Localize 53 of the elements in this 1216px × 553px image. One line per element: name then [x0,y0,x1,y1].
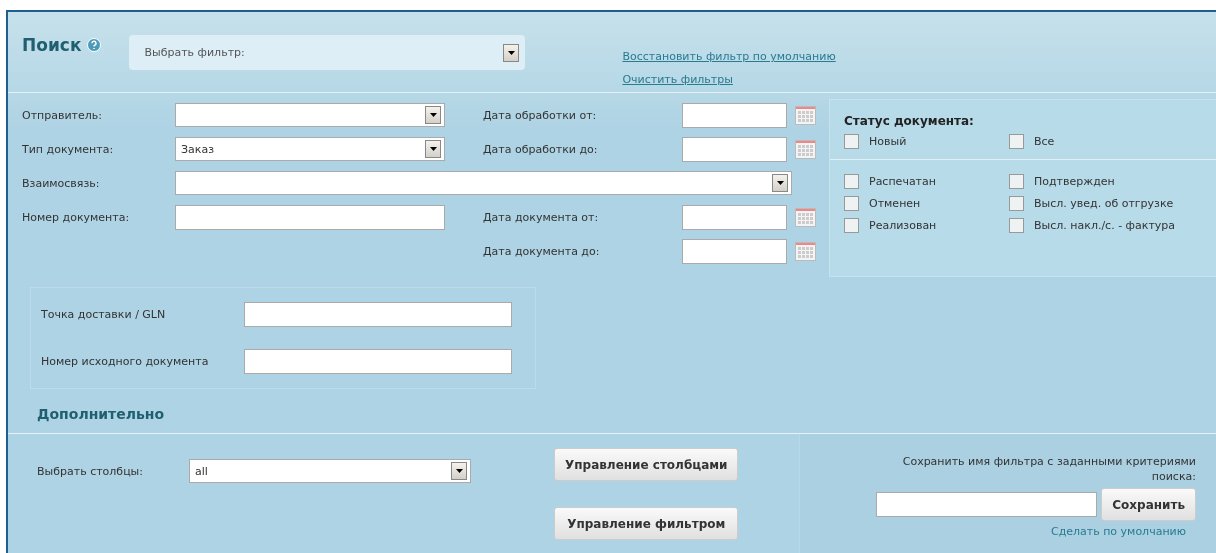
checkbox[interactable] [1009,174,1024,189]
checkbox[interactable] [1009,134,1024,149]
checkbox[interactable] [1009,218,1024,233]
calendar-icon[interactable] [795,207,816,227]
checkbox-label: Подтвержден [1034,175,1115,188]
date-label: Дата документа до: [483,244,601,258]
date-label: Дата обработки до: [483,142,599,156]
field-label: Тип документа: [22,142,115,156]
date-field[interactable] [682,102,787,128]
checkbox[interactable] [844,134,859,149]
text-field[interactable] [175,204,445,230]
link[interactable]: Восстановить фильтр по умолчанию [622,50,836,63]
dropdown-field[interactable] [175,171,792,195]
checkbox-label: Реализован [869,219,937,232]
field-label: Точка доставки / GLN [41,308,167,321]
save-button[interactable]: Сохранить [1101,488,1196,521]
field-label: Отправитель: [22,108,103,122]
checkbox[interactable] [844,218,859,233]
date-field[interactable] [682,204,787,230]
date-field[interactable] [682,136,787,162]
checkbox-label: Отменен [869,197,921,210]
dropdown-field[interactable] [175,103,445,127]
checkbox-label: Высл. увед. об отгрузке [1034,197,1174,210]
checkbox-label: Высл. накл./с. - фактура [1034,219,1176,232]
date-field[interactable] [682,238,787,264]
field-label: Выбрать столбцы: [37,465,143,480]
checkbox[interactable] [1009,196,1024,211]
calendar-icon[interactable] [795,139,816,159]
field-label: Взаимосвязь: [22,176,101,190]
help-icon[interactable] [87,38,102,52]
action-button[interactable]: Управление столбцами [554,448,739,481]
checkbox[interactable] [844,174,859,189]
checkbox-label: Новый [869,135,907,148]
calendar-icon[interactable] [795,105,816,125]
text-field[interactable] [244,349,512,374]
date-label: Дата обработки от: [483,108,598,122]
dropdown-field[interactable]: Заказ [175,137,445,161]
dropdown-field[interactable]: all [189,459,471,483]
section-title: Дополнительно [37,406,166,422]
filter-name-field[interactable] [876,492,1098,517]
text-field[interactable] [244,302,512,327]
action-button[interactable]: Управление фильтром [554,507,739,540]
calendar-icon[interactable] [795,241,816,261]
date-label: Дата документа от: [483,210,600,224]
field-label: Номер документа: [22,210,131,224]
search-title: Поиск [22,35,82,55]
checkbox-label: Распечатан [869,175,936,188]
field-label: Номер исходного документа [41,355,210,368]
checkbox-label: Все [1034,135,1055,148]
save-caption: Сохранить имя фильтра с заданными критериями поиска: [901,454,1196,484]
checkbox[interactable] [844,196,859,211]
filter-dropdown[interactable]: Выбрать фильтр: [129,35,526,70]
status-title: Статус документа: [844,114,975,128]
